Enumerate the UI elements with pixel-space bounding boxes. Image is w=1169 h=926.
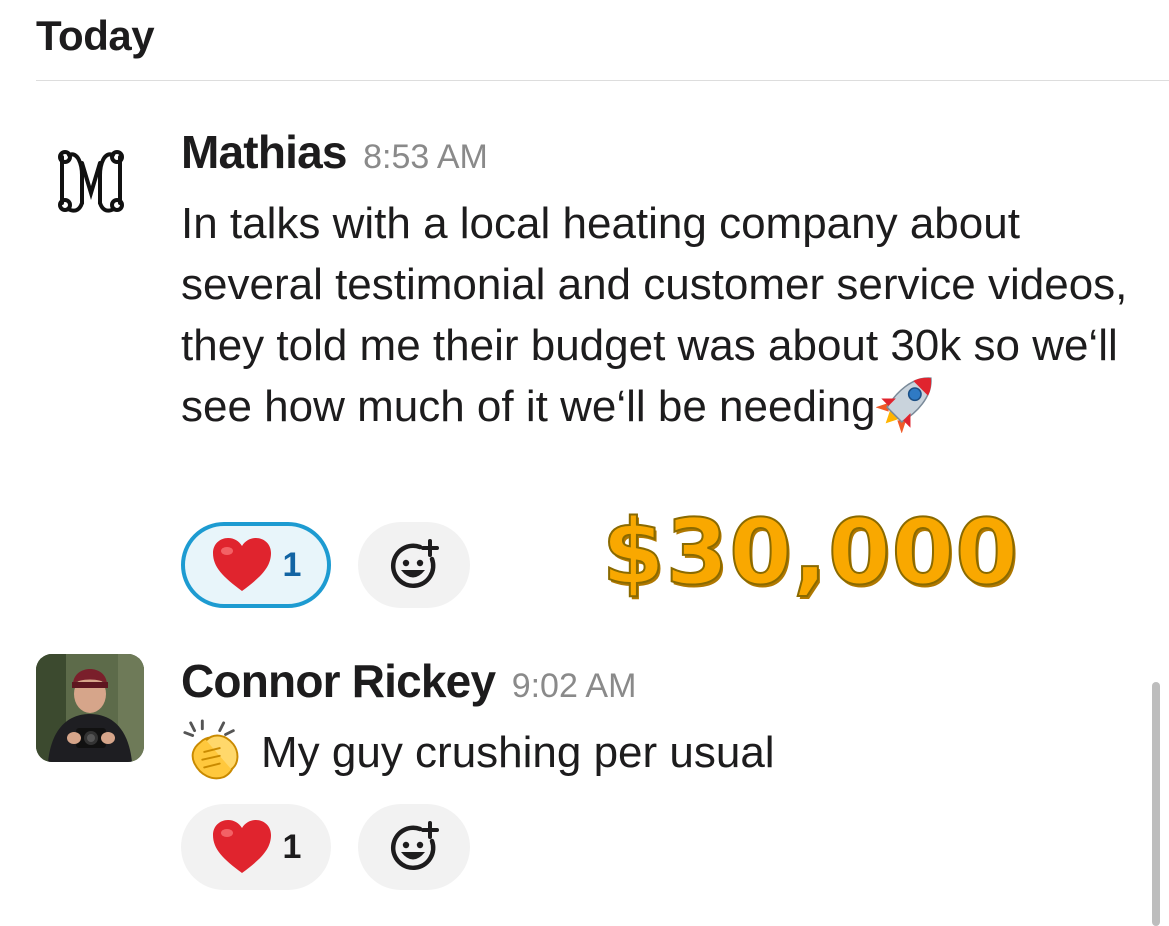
reaction-count: 1 — [282, 545, 302, 584]
timestamp[interactable]: 8:53 AM — [363, 138, 488, 176]
monogram-m-icon — [58, 150, 124, 213]
add-reaction-button[interactable] — [358, 522, 470, 608]
scrollbar[interactable] — [1152, 682, 1160, 926]
amount-overlay: $30,000 — [601, 499, 1019, 606]
reaction-heart[interactable]: 1 — [181, 522, 331, 608]
message-header: Mathias 8:53 AM — [181, 125, 488, 179]
divider — [36, 80, 1169, 81]
heart-icon — [212, 538, 271, 591]
rocket-icon — [875, 377, 932, 434]
message-text: My guy crushing per usual — [261, 728, 775, 777]
add-reaction-icon — [390, 539, 439, 589]
profile-photo — [36, 654, 144, 762]
add-reaction-button[interactable] — [358, 804, 470, 890]
reaction-count: 1 — [282, 827, 302, 866]
date-header: Today — [36, 12, 155, 59]
heart-icon — [212, 820, 271, 873]
clapping-hands-icon — [183, 719, 239, 780]
avatar[interactable] — [36, 135, 144, 243]
message-body: My guy crushing per usual — [181, 719, 1151, 783]
avatar[interactable] — [36, 654, 144, 762]
add-reaction-icon — [390, 821, 439, 871]
sender-name[interactable]: Connor Rickey — [181, 655, 496, 707]
message-text: In talks with a local heating company ab… — [181, 199, 1128, 431]
sender-name[interactable]: Mathias — [181, 126, 347, 178]
message-header: Connor Rickey 9:02 AM — [181, 654, 636, 708]
message-body: In talks with a local heating company ab… — [181, 193, 1151, 437]
reaction-heart[interactable]: 1 — [181, 804, 331, 890]
timestamp[interactable]: 9:02 AM — [512, 667, 637, 705]
